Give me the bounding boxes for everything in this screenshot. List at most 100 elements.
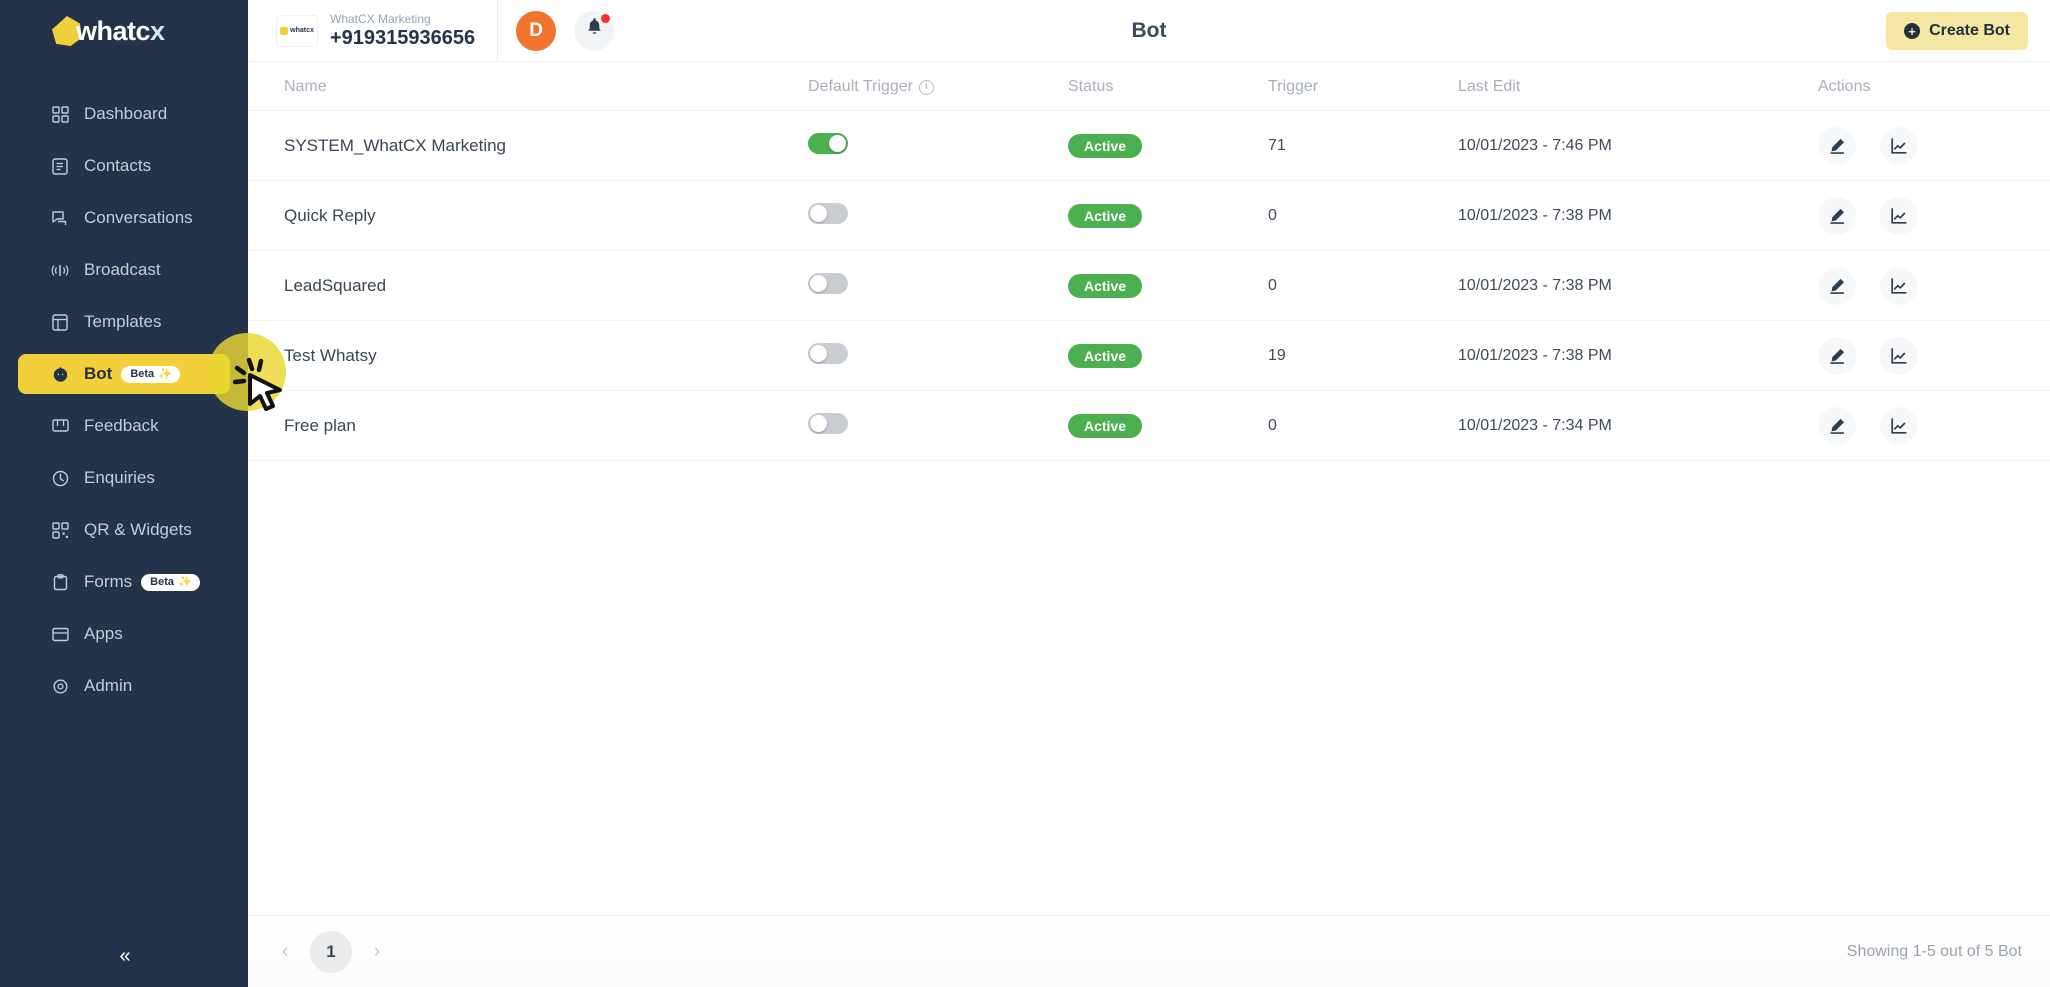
trigger-count: 0 [1268,276,1277,294]
edit-bot-button[interactable] [1818,196,1856,235]
sidebar-item-feedback[interactable]: Feedback [18,406,230,446]
sidebar-collapse-button[interactable]: « [0,925,248,987]
sparkle-icon: ✨ [158,367,172,380]
default-trigger-toggle[interactable] [808,132,848,154]
default-trigger-toggle[interactable] [808,202,848,224]
avatar[interactable]: D [516,10,557,51]
cell-actions [1818,320,2050,391]
admin-gear-icon [50,676,70,696]
trigger-count: 71 [1268,136,1286,154]
pagination-prev-button[interactable]: ‹ [270,937,300,967]
notifications-button[interactable] [574,10,615,51]
info-circle-icon[interactable]: i [918,79,934,95]
table-row[interactable]: Quick Reply Active 0 10/01/2023 - 7:38 PM [248,180,2050,251]
brand-logo[interactable]: whatcx [0,0,248,62]
sidebar-item-label: Contacts [84,156,152,175]
cell-name: Free plan [248,390,808,461]
column-header-name: Name [248,62,808,111]
sidebar-item-apps[interactable]: Apps [18,614,230,654]
sidebar-item-dashboard[interactable]: Dashboard [18,94,230,134]
status-badge: Active [1068,133,1143,158]
cell-last-edit: 10/01/2023 - 7:34 PM [1458,390,1818,461]
sidebar-item-forms[interactable]: Forms Beta ✨ [18,562,230,602]
sidebar: whatcx Dashboard Contacts Conversations [0,0,248,987]
bot-analytics-button[interactable] [1880,126,1918,165]
showing-count-label: Showing 1-5 out of 5 Bot [1846,942,2022,960]
cell-last-edit: 10/01/2023 - 7:38 PM [1458,250,1818,321]
beta-badge: Beta ✨ [121,365,180,383]
forms-icon [50,572,70,592]
account-switcher[interactable]: whatcx WhatCX Marketing +919315936656 [248,0,475,62]
beta-badge-label: Beta [130,367,155,380]
feedback-icon [50,416,70,436]
edit-bot-button[interactable] [1818,406,1856,445]
chat-bubbles-icon [50,208,70,228]
table-row[interactable]: Free plan Active 0 10/01/2023 - 7:34 PM [248,390,2050,461]
trigger-count: 19 [1268,346,1286,364]
bot-analytics-button[interactable] [1880,266,1918,305]
brand-name: whatcx [76,15,165,46]
beta-badge: Beta ✨ [141,573,200,591]
create-bot-button[interactable]: + Create Bot [1886,12,2028,50]
column-header-actions: Actions [1818,62,2050,111]
cell-trigger: 0 [1268,180,1458,251]
sidebar-item-label: Dashboard [84,104,168,123]
sidebar-item-templates[interactable]: Templates [18,302,230,342]
cell-status: Active [1068,110,1268,181]
cell-name: SYSTEM_WhatCX Marketing [248,110,808,181]
sidebar-item-label: Broadcast [84,260,161,279]
cell-actions [1818,390,2050,461]
sidebar-item-contacts[interactable]: Contacts [18,146,230,186]
sidebar-item-bot[interactable]: Bot Beta ✨ [18,354,230,394]
status-badge: Active [1068,343,1143,368]
pagination-page-1[interactable]: 1 [310,930,352,973]
sidebar-item-enquiries[interactable]: Enquiries [18,458,230,498]
column-header-last-edit: Last Edit [1458,62,1818,111]
cell-trigger: 19 [1268,320,1458,391]
sidebar-item-conversations[interactable]: Conversations [18,198,230,238]
bot-analytics-button[interactable] [1880,196,1918,235]
bot-analytics-button[interactable] [1880,336,1918,375]
avatar-initial: D [529,19,544,41]
sidebar-item-label: Apps [84,624,123,643]
topbar: whatcx WhatCX Marketing +919315936656 D … [248,0,2050,62]
table-row[interactable]: Test Whatsy Active 19 10/01/2023 - 7:38 PM [248,320,2050,391]
default-trigger-toggle[interactable] [808,272,848,294]
table-row[interactable]: LeadSquared Active 0 10/01/2023 - 7:38 PM [248,250,2050,321]
pagination-page-number: 1 [326,941,336,961]
chevron-left-icon: ‹ [281,940,289,962]
table-row[interactable]: SYSTEM_WhatCX Marketing Active 71 10/01/202… [248,110,2050,181]
toggle-knob [810,344,827,362]
status-badge: Active [1068,203,1143,228]
toggle-knob [810,204,827,222]
account-logo-icon: whatcx [276,14,318,47]
enquiry-icon [50,468,70,488]
cell-last-edit: 10/01/2023 - 7:38 PM [1458,180,1818,251]
bot-analytics-button[interactable] [1880,406,1918,445]
pagination-next-button[interactable]: › [362,937,392,967]
bots-table-area: Name Default Trigger i Status Trigger La… [248,62,2050,915]
default-trigger-toggle[interactable] [808,412,848,434]
chevron-right-icon: › [373,940,381,962]
app-root: whatcx Dashboard Contacts Conversations [0,0,2050,987]
column-header-status: Status [1068,62,1268,111]
account-logo-text: whatcx [290,27,314,34]
default-trigger-toggle[interactable] [808,342,848,364]
bot-name: SYSTEM_WhatCX Marketing [284,135,507,155]
cell-trigger: 0 [1268,390,1458,461]
bot-name: Free plan [284,415,356,435]
bot-icon [50,364,70,384]
edit-bot-button[interactable] [1818,266,1856,305]
sidebar-item-qr-widgets[interactable]: QR & Widgets [18,510,230,550]
account-name: WhatCX Marketing [330,11,431,26]
sparkle-icon: ✨ [178,575,192,588]
notification-unread-dot [601,13,611,23]
main-panel: whatcx WhatCX Marketing +919315936656 D … [248,0,2050,987]
cell-actions [1818,250,2050,321]
sidebar-item-broadcast[interactable]: Broadcast [18,250,230,290]
edit-bot-button[interactable] [1818,336,1856,375]
column-label: Status [1068,78,1114,95]
edit-bot-button[interactable] [1818,126,1856,165]
table-footer: ‹ 1 › Showing 1-5 out of 5 Bot [248,915,2050,987]
sidebar-item-admin[interactable]: Admin [18,666,230,706]
